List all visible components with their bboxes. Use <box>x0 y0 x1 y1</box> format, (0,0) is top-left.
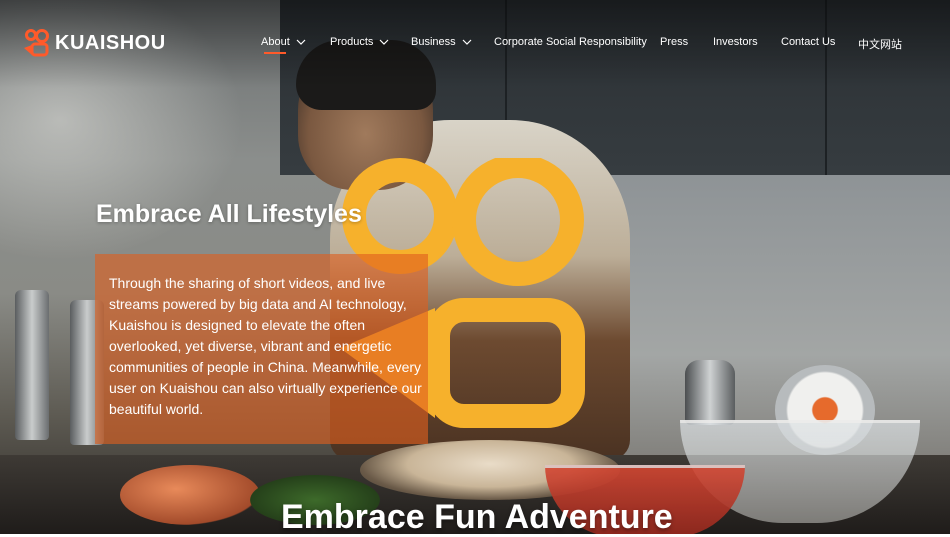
nav-item-products[interactable]: Products <box>330 36 389 48</box>
nav-item-about[interactable]: About <box>261 36 306 48</box>
nav-label: Business <box>411 36 456 48</box>
oil-bottle <box>15 290 49 440</box>
kuaishou-logo-icon <box>24 29 49 57</box>
brand-logo[interactable]: KUAISHOU <box>24 29 166 57</box>
nav-item-business[interactable]: Business <box>411 36 472 48</box>
nav-item-investors[interactable]: Investors <box>713 36 758 48</box>
nav-item-chinese-site[interactable]: 中文网站 <box>858 36 902 52</box>
nav-item-csr[interactable]: Corporate Social Responsibility <box>494 36 647 48</box>
active-nav-indicator <box>264 52 286 54</box>
nav-label: Contact Us <box>781 36 836 48</box>
kettle <box>685 360 735 425</box>
nav-label: Corporate Social Responsibility <box>494 36 647 48</box>
chevron-down-icon <box>462 39 472 45</box>
nav-item-press[interactable]: Press <box>660 36 688 48</box>
nav-label: Investors <box>713 36 758 48</box>
site-header: KUAISHOU About Products Business Corpora… <box>0 0 950 88</box>
shrimp <box>120 465 260 525</box>
chevron-down-icon <box>379 39 389 45</box>
nav-label: Press <box>660 36 689 48</box>
chevron-down-icon <box>296 39 306 45</box>
next-section-title: Embrace Fun Adventure <box>281 498 673 536</box>
hero-title: Embrace All Lifestyles <box>96 200 362 228</box>
nav-label: Products <box>330 36 374 48</box>
nav-item-contact[interactable]: Contact Us <box>781 36 835 48</box>
brand-name: KUAISHOU <box>55 32 166 54</box>
nav-label: About <box>261 36 290 48</box>
nav-label: 中文网站 <box>858 39 902 51</box>
hero-description: Through the sharing of short videos, and… <box>109 275 422 417</box>
